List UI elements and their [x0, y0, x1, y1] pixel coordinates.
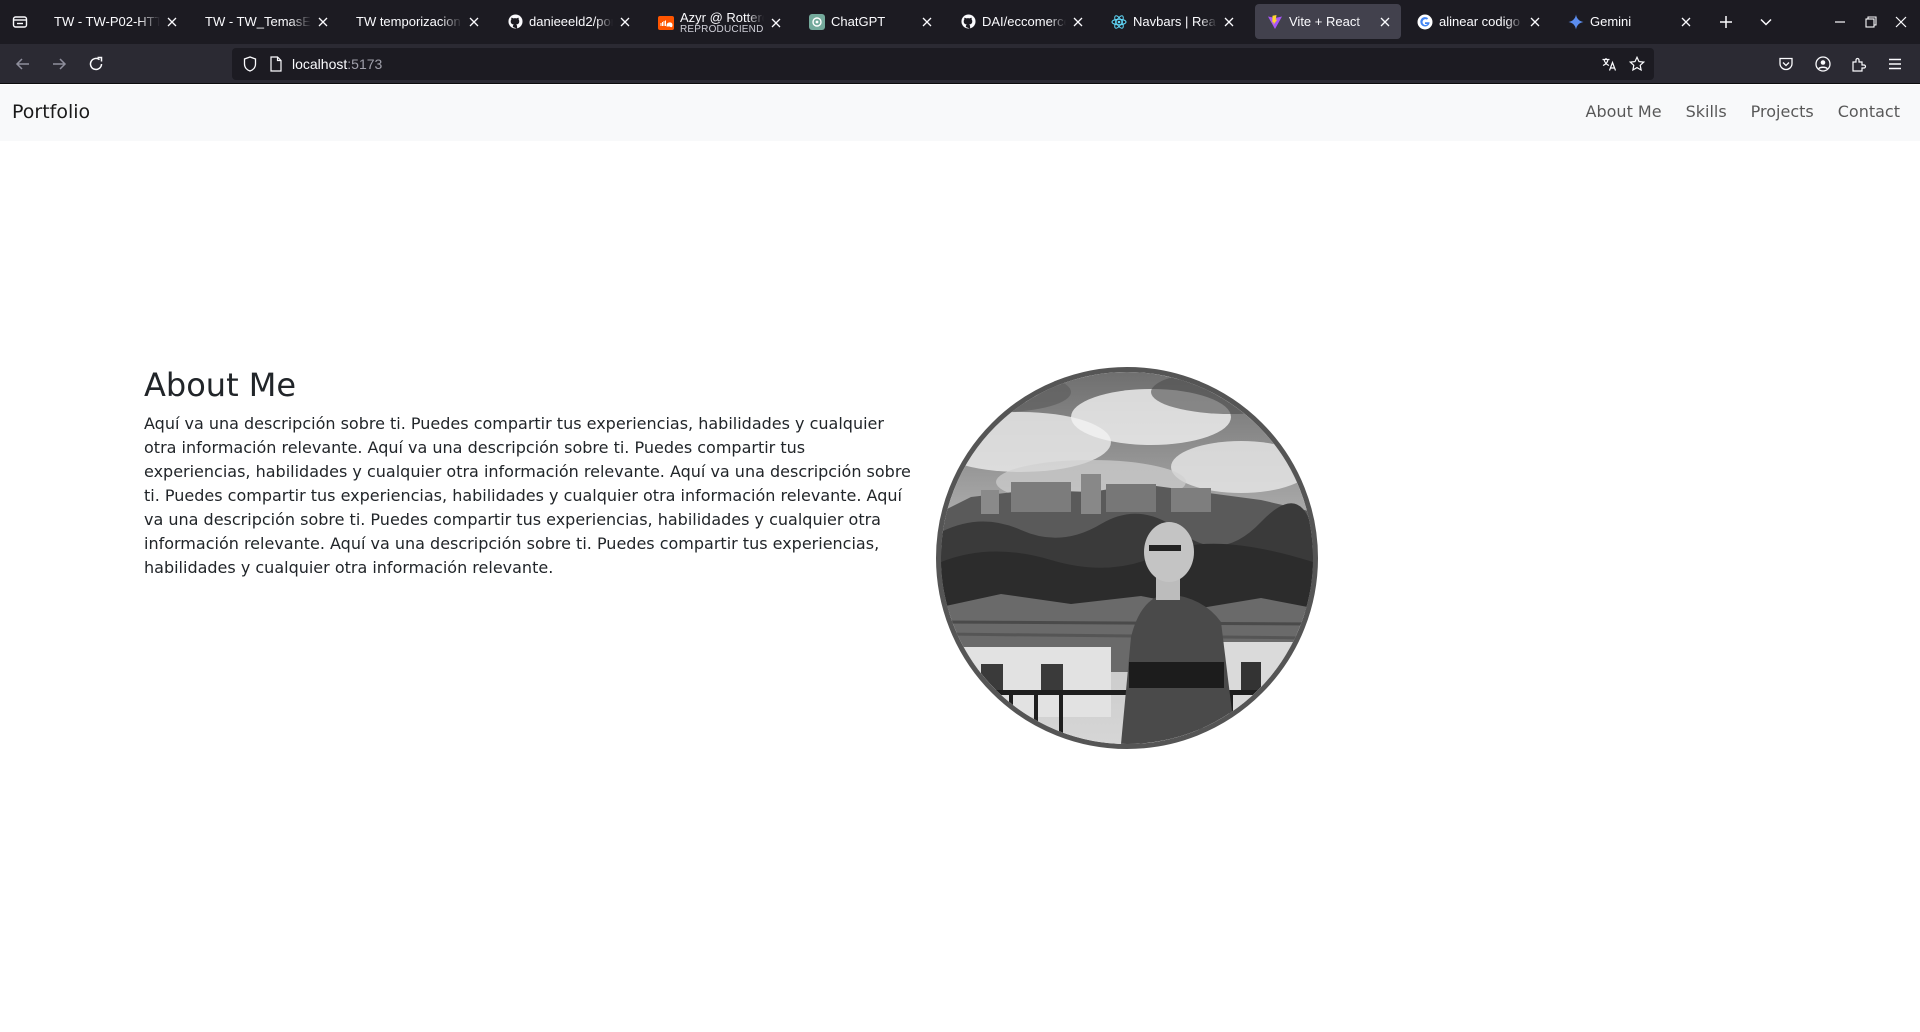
chatgpt-icon	[809, 13, 825, 30]
browser-tab[interactable]: danieeeld2/port	[495, 4, 641, 39]
close-icon[interactable]	[1377, 14, 1393, 30]
restore-icon[interactable]	[1859, 10, 1883, 34]
react-bootstrap-icon	[1111, 14, 1127, 30]
nav-link-contact[interactable]: Contact	[1838, 102, 1900, 122]
profile-photo-image	[941, 372, 1313, 744]
gemini-icon	[1568, 14, 1584, 30]
nav-link-skills[interactable]: Skills	[1686, 102, 1727, 122]
browser-tab[interactable]: Azyr @ Rotterda REPRODUCIENDO	[646, 4, 792, 39]
about-heading: About Me	[144, 366, 297, 404]
nav-link-about-me[interactable]: About Me	[1586, 102, 1662, 122]
close-icon[interactable]	[1221, 14, 1237, 30]
browser-tab[interactable]: TW - TW-P02-HTTP	[42, 4, 188, 39]
back-arrow-icon[interactable]	[11, 52, 35, 76]
tab-bar: TW - TW-P02-HTTP TW - TW_TemasExp TW tem…	[0, 0, 1920, 44]
tab-title: Navbars | React	[1133, 14, 1217, 29]
profile-photo	[936, 367, 1318, 749]
new-tab-icon[interactable]	[1714, 10, 1738, 34]
soundcloud-icon	[658, 15, 674, 31]
site-navbar: Portfolio About Me Skills Projects Conta…	[0, 85, 1920, 141]
tab-title: TW temporizacion.p	[356, 14, 462, 29]
navbar-brand[interactable]: Portfolio	[12, 100, 90, 124]
page-icon[interactable]	[268, 56, 284, 72]
browser-tab[interactable]: TW temporizacion.p	[344, 4, 490, 39]
forward-arrow-icon[interactable]	[47, 52, 71, 76]
close-icon[interactable]	[1070, 14, 1086, 30]
firefox-view-icon[interactable]	[8, 10, 32, 34]
browser-tab-active[interactable]: Vite + React	[1255, 4, 1401, 39]
google-icon	[1417, 14, 1433, 30]
github-icon	[960, 14, 976, 30]
tab-title: alinear codigo v	[1439, 14, 1523, 29]
web-page: Portfolio About Me Skills Projects Conta…	[0, 85, 1920, 1032]
close-icon[interactable]	[1527, 14, 1543, 30]
tab-title: ChatGPT	[831, 14, 886, 29]
url-host: localhost	[292, 56, 348, 72]
tab-title: TW - TW-P02-HTTP	[54, 14, 160, 29]
tab-title: TW - TW_TemasExp	[205, 14, 311, 29]
close-icon[interactable]	[315, 14, 331, 30]
url-text[interactable]: localhost:5173	[292, 56, 382, 72]
close-icon[interactable]	[617, 14, 633, 30]
url-bar[interactable]: localhost:5173	[232, 48, 1654, 80]
browser-tab[interactable]: DAI/eccomerce	[948, 4, 1094, 39]
nav-link-projects[interactable]: Projects	[1751, 102, 1814, 122]
vite-icon	[1267, 14, 1283, 30]
translate-icon[interactable]	[1601, 56, 1617, 72]
close-icon[interactable]	[919, 14, 935, 30]
close-icon[interactable]	[164, 14, 180, 30]
tab-title: Vite + React	[1289, 14, 1360, 29]
nav-links: About Me Skills Projects Contact	[1562, 102, 1900, 122]
tab-title: danieeeld2/port	[529, 14, 613, 29]
about-description: Aquí va una descripción sobre ti. Puedes…	[144, 414, 911, 577]
browser-tab[interactable]: Navbars | React	[1099, 4, 1245, 39]
browser-tab[interactable]: Gemini	[1556, 4, 1702, 39]
url-port: :5173	[347, 56, 383, 72]
github-icon	[507, 14, 523, 30]
tab-playing-label: REPRODUCIENDO	[680, 24, 764, 35]
browser-tab[interactable]: TW - TW_TemasExp	[193, 4, 339, 39]
close-icon[interactable]	[1678, 14, 1694, 30]
reload-icon[interactable]	[84, 52, 108, 76]
browser-tab[interactable]: ChatGPT	[797, 4, 943, 39]
close-icon[interactable]	[466, 14, 482, 30]
browser-tab[interactable]: alinear codigo v	[1405, 4, 1551, 39]
account-icon[interactable]	[1811, 52, 1835, 76]
bookmark-star-icon[interactable]	[1629, 56, 1645, 72]
close-icon[interactable]	[768, 15, 784, 31]
tab-title: Gemini	[1590, 14, 1632, 29]
browser-toolbar: localhost:5173	[0, 44, 1920, 84]
pocket-icon[interactable]	[1774, 52, 1798, 76]
list-tabs-icon[interactable]	[1754, 10, 1778, 34]
tab-title: Azyr @ Rotterda	[680, 10, 764, 25]
tab-title: DAI/eccomerce	[982, 14, 1066, 29]
minimize-icon[interactable]	[1828, 10, 1852, 34]
close-window-icon[interactable]	[1889, 10, 1913, 34]
hamburger-menu-icon[interactable]	[1883, 52, 1907, 76]
extensions-icon[interactable]	[1847, 52, 1871, 76]
shield-icon[interactable]	[242, 56, 258, 72]
